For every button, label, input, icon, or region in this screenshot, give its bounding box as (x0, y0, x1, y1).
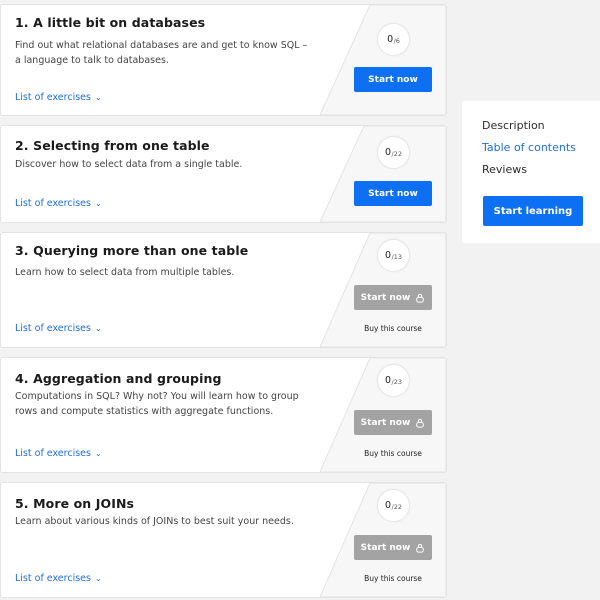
progress-circle: 0/22 (377, 136, 410, 169)
start-now-button[interactable]: Start now (354, 535, 432, 560)
start-now-label: Start now (368, 188, 418, 199)
chapter-description: Computations in SQL? Why not? You will l… (15, 391, 299, 417)
chapter-title: 3. Querying more than one table (15, 243, 249, 258)
chapter-title: 2. Selecting from one table (15, 138, 210, 153)
sidebar-item-description[interactable]: Description (482, 119, 545, 132)
list-of-exercises-link[interactable]: List of exercises ⌄ (15, 323, 102, 334)
start-learning-label: Start learning (493, 205, 573, 217)
chapter-title: 1. A little bit on databases (15, 15, 206, 30)
buy-course-link[interactable]: Buy this course (354, 574, 432, 583)
progress-total: /23 (391, 377, 402, 386)
chapter-description: Learn about various kinds of JOINs to be… (15, 516, 294, 527)
start-now-button[interactable]: Start now (354, 67, 432, 92)
start-now-label: Start now (360, 542, 411, 553)
list-of-exercises-link[interactable]: List of exercises ⌄ (15, 448, 102, 459)
lock-icon (416, 418, 425, 428)
progress-done: 0 (384, 500, 392, 511)
chapter-description: Discover how to select data from a singl… (15, 159, 243, 170)
start-now-label: Start now (360, 417, 411, 428)
progress-total: /22 (391, 502, 402, 511)
progress-circle: 0/23 (377, 364, 410, 397)
progress-circle: 0/22 (377, 489, 410, 522)
list-of-exercises-label: List of exercises (15, 323, 91, 334)
chapter-card-3: 3. Querying more than one table Learn ho… (0, 232, 447, 348)
lock-icon (416, 543, 425, 553)
sidebar-item-reviews[interactable]: Reviews (482, 163, 527, 176)
chevron-down-icon: ⌄ (94, 574, 102, 583)
progress-done: 0 (384, 250, 392, 261)
list-of-exercises-label: List of exercises (15, 448, 91, 459)
start-now-label: Start now (368, 74, 418, 85)
chevron-down-icon: ⌄ (94, 93, 102, 102)
start-now-button[interactable]: Start now (354, 410, 432, 435)
chapter-card-4: 4. Aggregation and grouping Computations… (0, 357, 447, 473)
lock-icon (416, 293, 425, 303)
chapter-card-2: 2. Selecting from one table Discover how… (0, 125, 447, 223)
chapter-description: Find out what relational databases are a… (15, 40, 308, 66)
chapter-card-1: 1. A little bit on databases Find out wh… (0, 4, 447, 116)
progress-done: 0 (387, 34, 394, 45)
buy-course-link[interactable]: Buy this course (354, 324, 432, 333)
list-of-exercises-link[interactable]: List of exercises ⌄ (15, 92, 102, 103)
progress-done: 0 (384, 375, 392, 386)
chevron-down-icon: ⌄ (94, 324, 102, 333)
chapter-description: Learn how to select data from multiple t… (15, 267, 235, 278)
progress-done: 0 (384, 147, 392, 158)
progress-total: /13 (391, 252, 402, 261)
progress-total: /6 (393, 36, 400, 45)
buy-course-link[interactable]: Buy this course (354, 449, 432, 458)
progress-total: /22 (391, 149, 402, 158)
sidebar-item-table-of-contents[interactable]: Table of contents (482, 141, 576, 154)
list-of-exercises-label: List of exercises (15, 92, 91, 103)
start-learning-button[interactable]: Start learning (483, 196, 583, 226)
start-now-label: Start now (360, 292, 411, 303)
list-of-exercises-label: List of exercises (15, 198, 91, 209)
progress-circle: 0/13 (377, 239, 410, 272)
chapter-title: 4. Aggregation and grouping (15, 371, 222, 386)
chevron-down-icon: ⌄ (94, 199, 102, 208)
course-sidebar: Description Table of contents Reviews St… (462, 101, 600, 243)
chapter-card-5: 5. More on JOINs Learn about various kin… (0, 482, 447, 598)
start-now-button[interactable]: Start now (354, 181, 432, 206)
start-now-button[interactable]: Start now (354, 285, 432, 310)
chapter-title: 5. More on JOINs (15, 496, 135, 511)
progress-circle: 0/6 (377, 23, 410, 56)
list-of-exercises-label: List of exercises (15, 573, 91, 584)
list-of-exercises-link[interactable]: List of exercises ⌄ (15, 198, 102, 209)
card-slant-decoration (320, 5, 446, 115)
list-of-exercises-link[interactable]: List of exercises ⌄ (15, 573, 102, 584)
chevron-down-icon: ⌄ (94, 449, 102, 458)
